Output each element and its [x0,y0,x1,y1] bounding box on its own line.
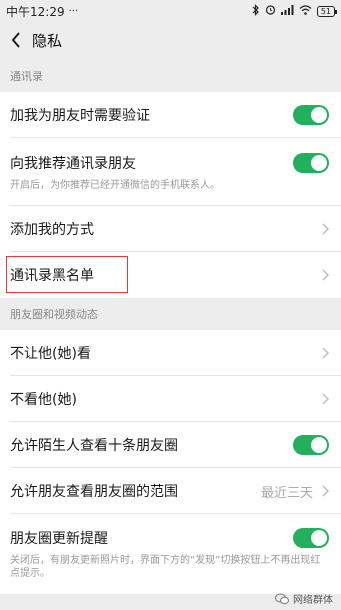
section-header-contacts: 通讯录 [10,70,43,83]
status-bar: 中午12:29 ··· 51 [0,0,341,22]
wechat-icon [275,593,289,605]
visible-range-value: 最近三天 [260,485,313,501]
page-title: 隐私 [32,31,63,50]
status-right: 51 [252,3,338,19]
signal-icon [280,4,294,18]
dont-see-label: 不看他(她) [10,392,77,408]
section-header-moments: 朋友圈和视频动态 [10,308,98,321]
hide-from-row[interactable]: 不让他(她)看 [0,330,341,376]
update-reminder-row[interactable]: 朋友圈更新提醒 关闭后，有朋友更新照片时，界面下方的“发现”切换按钮上不再出现红… [0,514,341,594]
add-methods-row[interactable]: 添加我的方式 [0,206,341,252]
update-reminder-description: 关闭后，有朋友更新照片时，界面下方的“发现”切换按钮上不再出现红点提示。 [10,555,321,579]
highlight-annotation-box [6,256,128,293]
contacts-group: 加我为朋友时需要验证 向我推荐通讯录朋友 开启后，为你推荐已经开通微信的手机联系… [0,92,341,298]
add-methods-label: 添加我的方式 [10,222,94,238]
chevron-right-icon [319,392,329,406]
wifi-icon [299,4,312,18]
visible-range-label: 允许朋友查看朋友圈的范围 [10,484,178,500]
update-reminder-toggle[interactable] [293,528,329,548]
ellipsis-icon: ··· [68,5,79,17]
chevron-right-icon [319,222,329,236]
battery-icon: 51 [316,5,338,17]
status-left: 中午12:29 ··· [6,3,78,20]
allow-strangers-label: 允许陌生人查看十条朋友圈 [10,438,178,454]
visible-range-row[interactable]: 允许朋友查看朋友圈的范围 最近三天 [0,468,341,514]
recommend-contacts-toggle[interactable] [293,152,329,173]
chevron-right-icon [319,346,329,360]
alarm-icon [265,4,276,18]
verify-friend-label: 加我为朋友时需要验证 [10,108,150,124]
verify-friend-row[interactable]: 加我为朋友时需要验证 [0,92,341,138]
watermark-text: 网络群体 [293,595,333,606]
back-arrow-icon[interactable] [6,30,26,50]
blacklist-row[interactable]: 通讯录黑名单 [0,252,341,298]
verify-friend-toggle[interactable] [293,105,329,125]
chevron-right-icon [319,268,329,282]
bluetooth-icon [252,3,260,19]
nav-bar: 隐私 [0,22,341,58]
recommend-contacts-row[interactable]: 向我推荐通讯录朋友 开启后，为你推荐已经开通微信的手机联系人。 [0,138,341,206]
recommend-contacts-label: 向我推荐通讯录朋友 [10,155,136,172]
allow-strangers-row[interactable]: 允许陌生人查看十条朋友圈 [0,422,341,468]
visible-range-right: 最近三天 [261,482,329,501]
status-time: 中午12:29 [6,4,65,19]
update-reminder-label: 朋友圈更新提醒 [10,531,108,547]
recommend-contacts-description: 开启后，为你推荐已经开通微信的手机联系人。 [10,179,220,191]
hide-from-label: 不让他(她)看 [10,346,91,362]
moments-group: 不让他(她)看 不看他(她) 允许陌生人查看十条朋友圈 允许朋友查看朋友圈的范围… [0,330,341,594]
chevron-right-icon [319,484,329,498]
watermark: 网络群体 [275,591,333,606]
update-reminder-top: 朋友圈更新提醒 [10,528,329,548]
allow-strangers-toggle[interactable] [293,435,329,455]
recommend-contacts-top: 向我推荐通讯录朋友 [10,152,329,173]
dont-see-row[interactable]: 不看他(她) [0,376,341,422]
